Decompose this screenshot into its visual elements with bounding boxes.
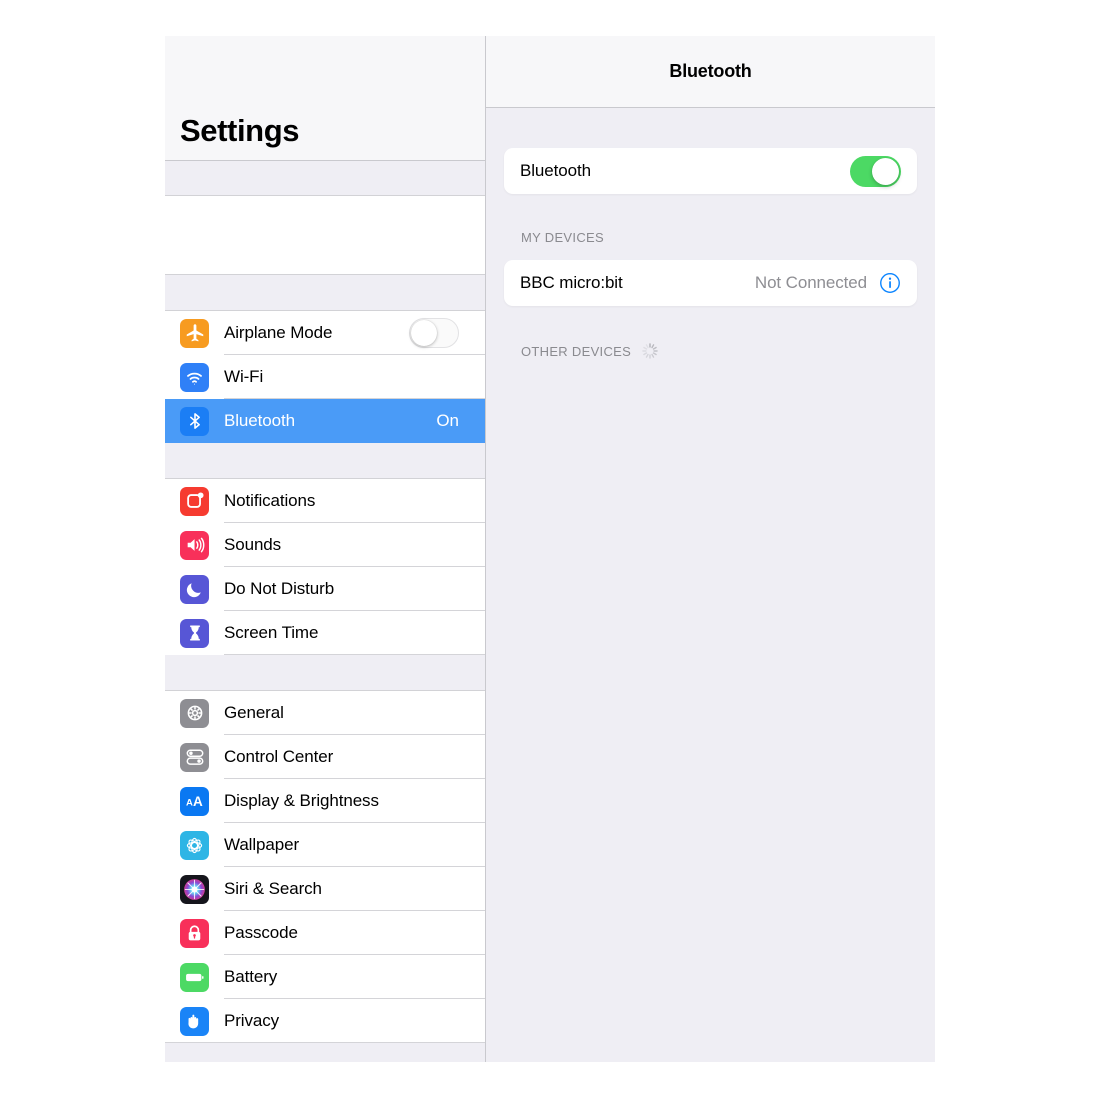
settings-sidebar: Settings Airplane Mode Wi-Fi Bluetooth O… — [165, 36, 486, 1062]
sidebar-item-display-brightness[interactable]: A A Display & Brightness — [165, 779, 485, 823]
airplane-mode-toggle[interactable] — [409, 318, 459, 348]
sidebar-group-connectivity: Airplane Mode Wi-Fi Bluetooth On — [165, 311, 485, 443]
siri-icon — [180, 874, 209, 904]
sidebar-item-label: Screen Time — [224, 623, 319, 642]
sidebar-item-screen-time[interactable]: Screen Time — [165, 611, 485, 655]
control-center-icon — [180, 742, 209, 772]
my-devices-card: BBC micro:bit Not Connected — [504, 260, 917, 306]
sidebar-group-system: General Control Center A A Display & Bri… — [165, 691, 485, 1043]
detail-gap-before-other — [504, 306, 917, 340]
sidebar-header: Settings — [165, 36, 485, 161]
sidebar-item-sounds[interactable]: Sounds — [165, 523, 485, 567]
row-separator — [224, 654, 485, 655]
sidebar-item-control-center[interactable]: Control Center — [165, 735, 485, 779]
sidebar-account-row[interactable] — [165, 196, 485, 275]
other-devices-header: OTHER DEVICES — [504, 340, 917, 362]
sidebar-item-label: Airplane Mode — [224, 323, 333, 342]
sidebar-item-label: Control Center — [224, 747, 334, 766]
table-row[interactable]: BBC micro:bit Not Connected — [504, 260, 917, 306]
bluetooth-toggle-row[interactable]: Bluetooth — [504, 148, 917, 194]
row-separator — [165, 1042, 485, 1043]
detail-nav-bar: Bluetooth — [486, 36, 935, 108]
sidebar-spacer-before-group-3 — [165, 655, 485, 691]
my-devices-header: MY DEVICES — [504, 226, 917, 248]
sidebar-item-airplane-mode[interactable]: Airplane Mode — [165, 311, 485, 355]
sidebar-spacer-top — [165, 161, 485, 196]
device-status: Not Connected — [754, 273, 867, 292]
other-devices-header-label: OTHER DEVICES — [521, 343, 632, 359]
sidebar-item-label: Sounds — [224, 535, 282, 554]
detail-nav-title: Bluetooth — [669, 61, 752, 81]
sidebar-spacer-bottom — [165, 1043, 485, 1062]
bluetooth-toggle-label: Bluetooth — [520, 161, 591, 180]
sidebar-item-notifications[interactable]: Notifications — [165, 479, 485, 523]
detail-gap-before-devices — [504, 248, 917, 260]
toggle-knob — [872, 157, 899, 185]
bluetooth-power-toggle[interactable] — [850, 155, 901, 187]
loading-spinner-icon — [641, 342, 659, 360]
sidebar-item-label: Wi-Fi — [224, 367, 264, 386]
detail-gap-top — [504, 108, 917, 148]
sidebar-spacer-before-group-1 — [165, 275, 485, 311]
svg-text:A: A — [193, 794, 203, 809]
sidebar-item-label: Wallpaper — [224, 835, 300, 854]
sidebar-item-label: Display & Brightness — [224, 791, 379, 810]
sidebar-item-label: Battery — [224, 967, 278, 986]
toggle-knob — [411, 320, 437, 346]
notifications-icon — [180, 486, 209, 516]
ipad-settings-split-view: Settings Airplane Mode Wi-Fi Bluetooth O… — [165, 36, 935, 1062]
sidebar-item-bluetooth[interactable]: Bluetooth On — [165, 399, 485, 443]
sidebar-item-do-not-disturb[interactable]: Do Not Disturb — [165, 567, 485, 611]
battery-icon — [180, 962, 209, 992]
sidebar-item-label: Privacy — [224, 1011, 280, 1030]
page-title: Settings — [180, 113, 300, 148]
wallpaper-icon — [180, 830, 209, 860]
sidebar-item-siri-search[interactable]: Siri & Search — [165, 867, 485, 911]
bluetooth-detail-pane: Bluetooth Bluetooth MY DEVICES BBC micro… — [486, 36, 935, 1062]
bluetooth-icon — [180, 406, 209, 436]
detail-gap-after-toggle — [504, 194, 917, 226]
detail-body: Bluetooth MY DEVICES BBC micro:bit Not C… — [486, 108, 935, 362]
sidebar-item-label: Siri & Search — [224, 879, 322, 898]
bluetooth-state-value: On — [436, 411, 459, 430]
display-brightness-icon: A A — [180, 786, 209, 816]
sounds-icon — [180, 530, 209, 560]
svg-text:A: A — [186, 798, 193, 809]
do-not-disturb-icon — [180, 574, 209, 604]
sidebar-item-passcode[interactable]: Passcode — [165, 911, 485, 955]
sidebar-item-battery[interactable]: Battery — [165, 955, 485, 999]
wifi-icon — [180, 362, 209, 392]
sidebar-item-label: General — [224, 703, 284, 722]
device-name: BBC micro:bit — [520, 273, 623, 292]
bluetooth-toggle-card: Bluetooth — [504, 148, 917, 194]
sidebar-item-wallpaper[interactable]: Wallpaper — [165, 823, 485, 867]
sidebar-item-wifi[interactable]: Wi-Fi — [165, 355, 485, 399]
my-devices-header-label: MY DEVICES — [521, 229, 604, 245]
sidebar-spacer-before-group-2 — [165, 443, 485, 479]
gear-icon — [180, 698, 209, 728]
sidebar-item-label: Notifications — [224, 491, 316, 510]
sidebar-item-label: Passcode — [224, 923, 298, 942]
sidebar-group-alerts: Notifications Sounds Do Not Disturb Scre… — [165, 479, 485, 655]
sidebar-item-privacy[interactable]: Privacy — [165, 999, 485, 1043]
info-circle-icon[interactable] — [879, 272, 901, 294]
airplane-icon — [180, 318, 209, 348]
passcode-lock-icon — [180, 918, 209, 948]
screen-time-icon — [180, 618, 209, 648]
sidebar-item-general[interactable]: General — [165, 691, 485, 735]
sidebar-item-label: Do Not Disturb — [224, 579, 335, 598]
sidebar-item-label: Bluetooth — [224, 411, 295, 430]
privacy-hand-icon — [180, 1006, 209, 1036]
